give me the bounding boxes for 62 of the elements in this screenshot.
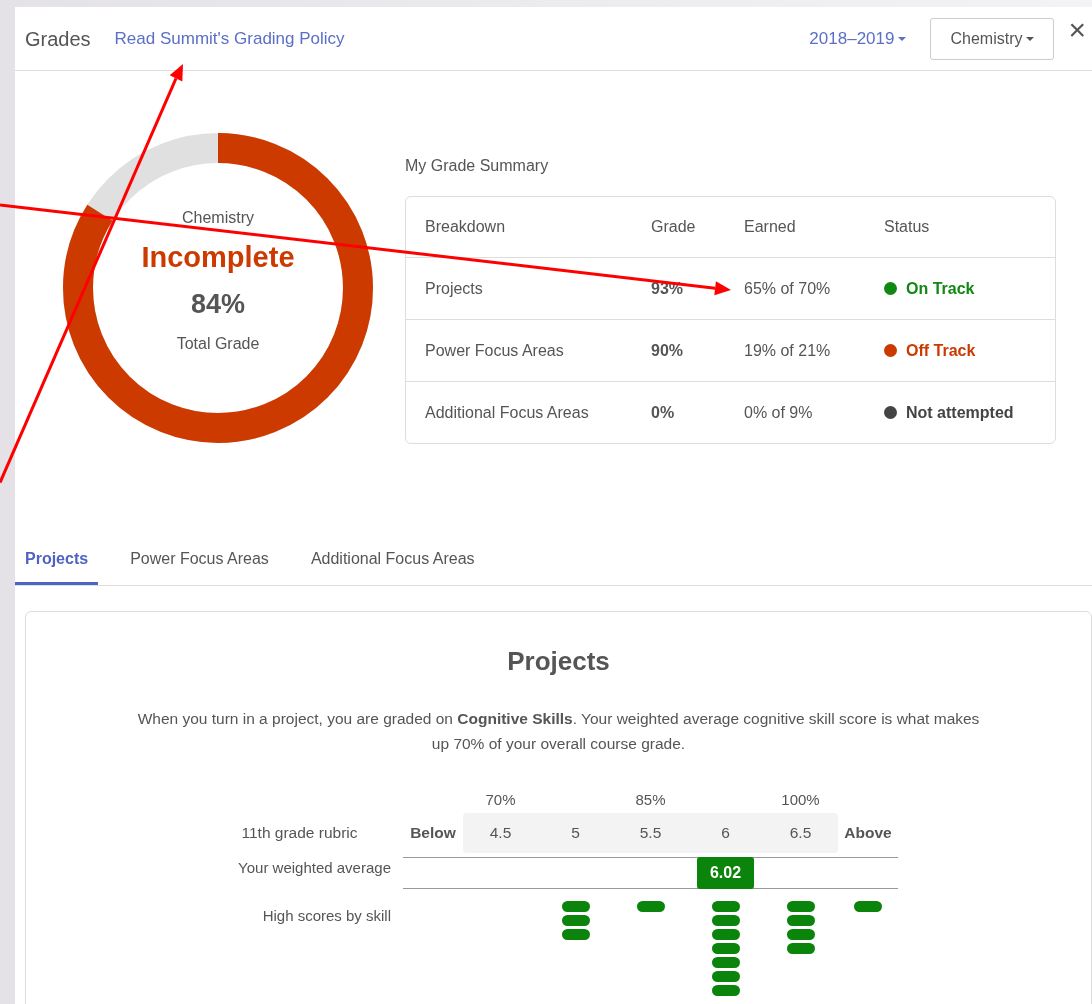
table-cell-text: Additional Focus Areas xyxy=(425,402,590,423)
grade-caption: Total Grade xyxy=(175,334,261,354)
grade-percent: 84% xyxy=(189,287,246,321)
tab[interactable]: Projects xyxy=(15,541,99,585)
rubric-cell: 4.5 xyxy=(463,812,538,853)
skill-score-pill xyxy=(711,914,740,926)
skill-score-pill xyxy=(561,900,590,912)
column-header: Status xyxy=(884,217,931,237)
table-cell-text: Projects xyxy=(425,278,484,299)
table-cell-text: 0% of 9% xyxy=(744,402,814,423)
tab[interactable]: Power Focus Areas xyxy=(120,541,279,585)
section-title: Projects xyxy=(506,645,611,678)
table-cell-text: 19% of 21% xyxy=(744,340,832,361)
skill-score-pill xyxy=(854,900,882,912)
grading-policy-link[interactable]: Read Summit's Grading Policy xyxy=(114,25,345,52)
grade-status: Incomplete xyxy=(141,240,295,275)
status-label: On Track xyxy=(906,278,975,299)
skill-score-pill xyxy=(786,914,815,926)
skill-score-pill xyxy=(636,900,665,912)
skill-score-pill xyxy=(561,928,590,940)
rubric-cell: 6.5 xyxy=(763,812,838,853)
table-cell-text: 90% xyxy=(651,340,685,361)
skill-score-pill xyxy=(786,942,815,954)
row-label: Your weighted average xyxy=(237,857,392,878)
skill-score-pill xyxy=(711,928,740,940)
column-header: Earned xyxy=(744,217,797,237)
column-header: Breakdown xyxy=(425,217,507,237)
skill-score-pill xyxy=(786,928,815,940)
ring-course: Chemistry xyxy=(181,208,255,228)
average-score-badge: 6.02 xyxy=(696,856,755,889)
rubric-cell: 5.5 xyxy=(613,812,688,853)
percent-label: 100% xyxy=(781,790,820,808)
skill-score-pill xyxy=(711,970,740,982)
percent-label: 85% xyxy=(635,790,666,808)
status-label: Not attempted xyxy=(906,402,1014,423)
rubric-cell: 6 xyxy=(688,812,763,853)
page-title: Grades xyxy=(25,26,91,52)
caret-icon xyxy=(898,37,907,42)
row-label: High scores by skill xyxy=(261,905,392,926)
table-cell-text: 65% of 70% xyxy=(744,278,832,299)
skill-score-pill xyxy=(561,914,590,926)
section-description: When you turn in a project, you are graded on Cognitive Skills. Your weighted average cognitive skill score is what makes up 70% of your overall course grade. xyxy=(136,709,981,754)
rubric-edge-label: Below xyxy=(409,822,457,843)
tab[interactable]: Additional Focus Areas xyxy=(300,541,485,585)
skill-score-pill xyxy=(711,984,740,996)
course-dropdown[interactable]: Chemistry xyxy=(930,17,1055,60)
rubric-edge-label: Above xyxy=(843,822,893,843)
skill-score-pill xyxy=(711,942,740,954)
table-cell-text: Power Focus Areas xyxy=(425,340,565,361)
skill-score-pill xyxy=(711,900,740,912)
skill-score-pill xyxy=(786,900,815,912)
status-label: Off Track xyxy=(906,340,976,361)
caret-icon xyxy=(1026,37,1035,42)
percent-label: 70% xyxy=(485,790,516,808)
close-button[interactable]: × xyxy=(1054,14,1092,45)
year-dropdown[interactable]: 2018–2019 xyxy=(809,25,907,52)
row-label: 11th grade rubric xyxy=(240,822,359,843)
column-header: Grade xyxy=(651,217,697,237)
skill-score-pill xyxy=(711,956,740,968)
rubric-cell: 5 xyxy=(538,812,613,853)
table-cell-text: 0% xyxy=(651,402,676,423)
summary-title: My Grade Summary xyxy=(405,156,550,176)
